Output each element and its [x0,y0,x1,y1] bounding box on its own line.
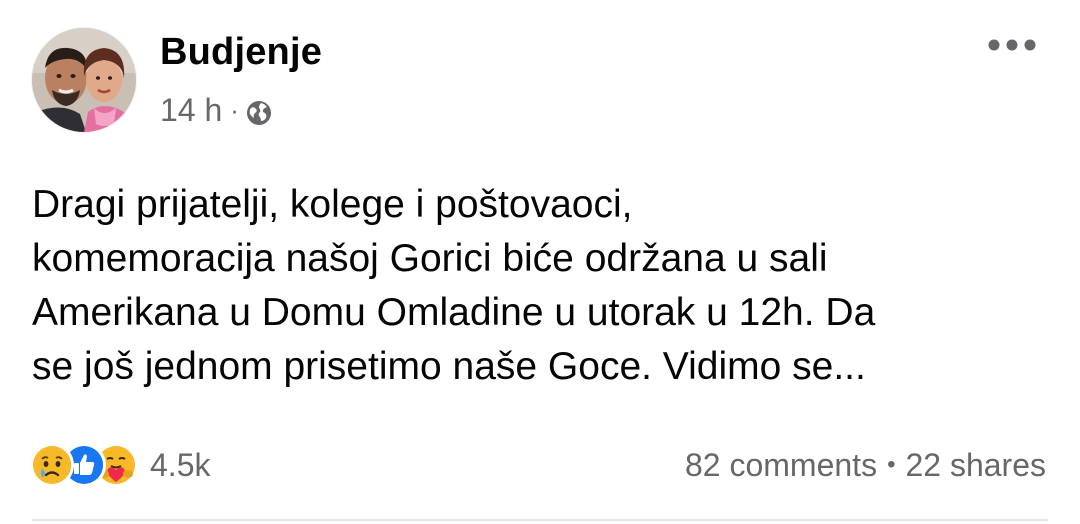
author-avatar[interactable] [32,28,136,132]
comments-count[interactable]: 82 comments [685,447,877,484]
shares-count[interactable]: 22 shares [905,447,1046,484]
post-timestamp[interactable]: 14 h [160,90,222,130]
post-body-text: Dragi prijatelji, kolege i poštovaoci, k… [32,183,876,388]
reactions-summary[interactable]: 4.5k [30,440,210,490]
post-meta: 14 h · [160,90,273,130]
globe-icon[interactable] [245,96,273,125]
sad-reaction-icon [30,443,74,487]
engagement-stats: 82 comments • 22 shares [685,442,1046,488]
more-horizontal-icon [988,39,1036,51]
post-card: Budjenje 14 h · Dragi prijatelji, kolege… [0,0,1080,524]
reaction-count[interactable]: 4.5k [150,447,210,484]
stats-separator: • [887,451,896,478]
more-options-button[interactable] [984,28,1040,62]
avatar-photo [32,28,136,132]
meta-separator: · [230,95,239,125]
divider [32,519,1048,521]
author-name[interactable]: Budjenje [160,30,322,74]
